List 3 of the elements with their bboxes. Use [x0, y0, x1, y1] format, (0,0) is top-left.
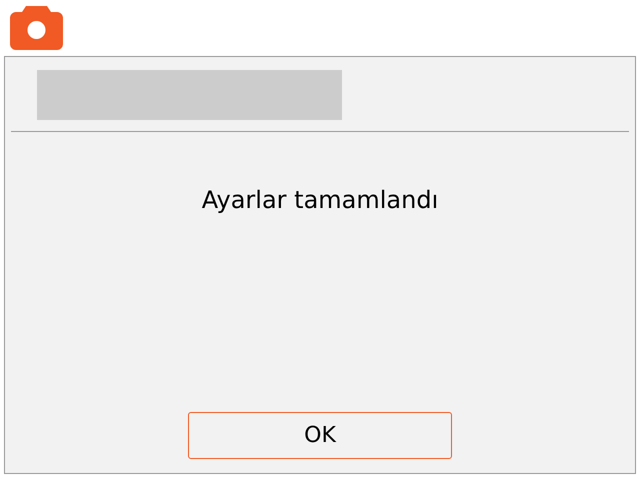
ok-button[interactable]: OK: [188, 412, 452, 459]
camera-icon: [10, 4, 63, 50]
message-text: Ayarlar tamamlandı: [202, 185, 438, 216]
